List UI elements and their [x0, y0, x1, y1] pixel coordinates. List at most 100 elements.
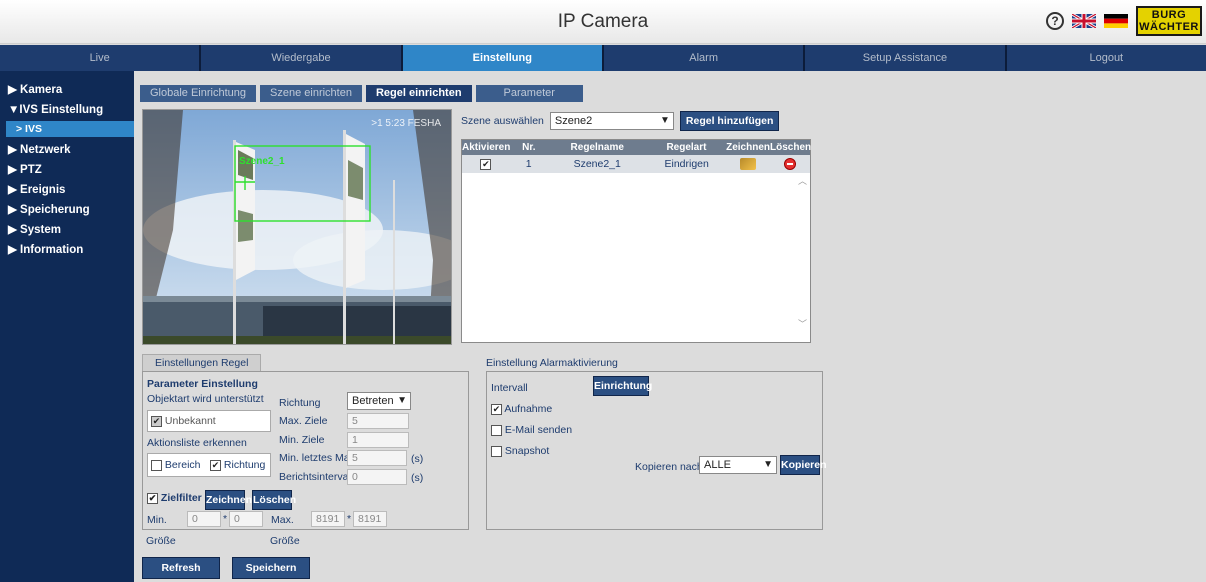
tab-regel-einrichten[interactable]: Regel einrichten [365, 85, 472, 102]
max-targets-input[interactable]: 5 [347, 413, 409, 429]
sidebar-item-speicherung[interactable]: ▶ Speicherung [0, 201, 134, 221]
sidebar-item-kamera[interactable]: ▶ Kamera [0, 81, 134, 101]
uk-flag-icon[interactable] [1072, 14, 1096, 28]
scroll-down-icon[interactable]: ﹀ [798, 317, 807, 330]
draw-button[interactable]: Zeichnen [205, 490, 252, 510]
object-type-box: ✔ Unbekannt [147, 410, 271, 432]
object-type-value: Unbekannt [164, 415, 216, 427]
table-row[interactable]: ✔ 1 Szene2_1 Eindrigen [462, 155, 810, 173]
max-size-label: Max. [271, 514, 294, 526]
max-targets-label: Max. Ziele [279, 415, 328, 427]
rule-name: Szene2_1 [573, 158, 621, 170]
target-filter-checkbox[interactable]: ✔ [147, 492, 158, 504]
direction-label: Richtung [279, 397, 321, 409]
chevron-down-icon: ▼ [763, 459, 773, 470]
max-size-caption: Größe [270, 535, 300, 547]
refresh-button[interactable]: Refresh [142, 557, 220, 579]
sidebar-item-netzwerk[interactable]: ▶ Netzwerk [0, 141, 134, 161]
setup-button[interactable]: Einrichtung [593, 376, 652, 396]
col-nr: Nr. [522, 142, 536, 153]
action-direction-label: Richtung [223, 459, 266, 471]
sidebar-item-system[interactable]: ▶ System [0, 221, 134, 241]
chevron-down-icon: ▼ [397, 395, 407, 406]
nav-setup-assistance[interactable]: Setup Assistance [805, 45, 1007, 71]
alarm-settings-tab[interactable]: Einstellung Alarmaktivierung [486, 357, 618, 369]
col-regelname: Regelname [570, 142, 624, 153]
header-bar: IP Camera ? BURG WÄCHTER [0, 0, 1206, 44]
sidebar-item-ivs[interactable]: > IVS [6, 121, 134, 137]
copy-button[interactable]: Kopieren [780, 455, 827, 475]
min-size-caption: Größe [146, 535, 176, 547]
report-interval-label: Berichtsintervall [279, 471, 354, 483]
rule-settings-tab[interactable]: Einstellungen Regel [142, 354, 262, 371]
tab-szene-einrichten[interactable]: Szene einrichten [260, 85, 362, 102]
tab-parameter[interactable]: Parameter [475, 85, 583, 102]
rule-enable-checkbox[interactable]: ✔ [480, 158, 492, 170]
save-button[interactable]: Speichern [232, 557, 310, 579]
rule-type: Eindrigen [664, 158, 709, 170]
direction-select[interactable]: Betreten ▼ [347, 392, 411, 410]
snapshot-label: Snapshot [504, 445, 550, 457]
tab-globale-einrichtung[interactable]: Globale Einrichtung [140, 85, 257, 102]
nav-einstellung[interactable]: Einstellung [402, 45, 604, 71]
object-type-label: Objektart wird unterstützt [147, 393, 264, 405]
delete-filter-button[interactable]: Löschen [252, 490, 296, 510]
min-last-input[interactable]: 5 [347, 450, 407, 466]
email-checkbox[interactable] [491, 424, 502, 436]
snapshot-checkbox[interactable] [491, 445, 502, 457]
rules-table: Aktivieren Nr. Regelname Regelart Zeichn… [461, 139, 811, 343]
email-label: E-Mail senden [504, 424, 573, 436]
sidebar-item-ptz[interactable]: ▶ PTZ [0, 161, 134, 181]
main-nav: Live Wiedergabe Einstellung Alarm Setup … [0, 45, 1206, 71]
min-width-input[interactable]: 0 [187, 511, 221, 527]
action-list-label: Aktionsliste erkennen [147, 437, 247, 449]
col-loeschen: Löschen [770, 142, 812, 153]
add-rule-button[interactable]: Regel hinzufügen [679, 111, 780, 131]
col-zeichnen: Zeichnen [726, 142, 770, 153]
table-scrollbar[interactable]: ︿ ﹀ [798, 174, 808, 330]
copy-to-label: Kopieren nach [635, 461, 703, 473]
rule-overlay-label: Szene2_1 [239, 156, 285, 167]
nav-logout[interactable]: Logout [1007, 45, 1206, 71]
times-sign: * [223, 513, 228, 525]
sidebar-item-information[interactable]: ▶ Information [0, 241, 134, 261]
parameter-heading: Parameter Einstellung [147, 378, 258, 390]
sidebar-item-ivs-einstellung[interactable]: ▼IVS Einstellung [0, 101, 134, 121]
scroll-up-icon[interactable]: ︿ [798, 174, 808, 187]
sub-tabs: Globale Einrichtung Szene einrichten Reg… [134, 85, 583, 105]
camera-image [143, 110, 451, 344]
sidebar: ▶ Kamera ▼IVS Einstellung > IVS ▶ Netzwe… [0, 71, 134, 582]
german-flag-icon[interactable] [1104, 14, 1128, 28]
delete-icon[interactable] [784, 158, 797, 171]
object-unknown-checkbox[interactable]: ✔ [151, 415, 162, 427]
nav-alarm[interactable]: Alarm [604, 45, 806, 71]
interval-label: Intervall [491, 382, 528, 394]
alarm-settings-panel: Intervall Einrichtung ✔ Aufnahme E-Mail … [486, 371, 827, 530]
action-area-label: Bereich [164, 459, 201, 471]
max-height-input[interactable]: 8191 [353, 511, 387, 527]
help-icon[interactable]: ? [1046, 12, 1064, 30]
nav-wiedergabe[interactable]: Wiedergabe [201, 45, 403, 71]
scene-select[interactable]: Szene2 ▼ [549, 112, 674, 130]
draw-edit-icon[interactable] [740, 158, 757, 171]
report-interval-unit: (s) [411, 472, 424, 484]
action-direction-checkbox[interactable]: ✔ [210, 459, 221, 471]
sidebar-item-ereignis[interactable]: ▶ Ereignis [0, 181, 134, 201]
main-content: Globale Einrichtung Szene einrichten Reg… [134, 71, 1206, 582]
rule-nr: 1 [525, 158, 532, 170]
col-aktivieren: Aktivieren [462, 142, 511, 153]
nav-live[interactable]: Live [0, 45, 202, 71]
scene-select-label: Szene auswählen [461, 115, 544, 127]
copy-to-select[interactable]: ALLE ▼ [699, 456, 777, 474]
action-list-box: Bereich ✔ Richtung [147, 453, 271, 477]
record-checkbox[interactable]: ✔ [491, 403, 502, 415]
record-label: Aufnahme [504, 403, 553, 415]
action-area-checkbox[interactable] [151, 459, 162, 471]
camera-preview[interactable]: >1 5:23 FESHA Szene2_1 [142, 109, 452, 345]
min-last-unit: (s) [411, 453, 424, 465]
max-width-input[interactable]: 8191 [311, 511, 345, 527]
min-size-label: Min. [147, 514, 167, 526]
report-interval-input[interactable]: 0 [347, 469, 407, 485]
min-targets-input[interactable]: 1 [347, 432, 409, 448]
min-height-input[interactable]: 0 [229, 511, 263, 527]
